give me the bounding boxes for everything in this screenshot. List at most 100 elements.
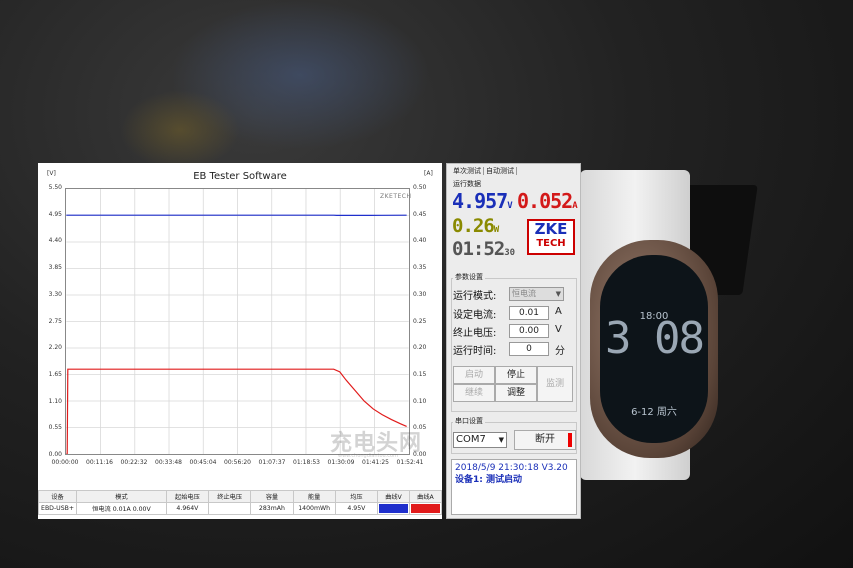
cell-device: EBD-USB+ (37, 502, 78, 515)
right-tick-label: 0.25 (413, 317, 427, 325)
swatch-v (379, 504, 408, 513)
adjust-button[interactable]: 调整 (495, 384, 537, 402)
right-tick-label: 0.45 (413, 210, 427, 218)
logo-top-text: ZKE (534, 220, 568, 238)
left-tick-label: 1.65 (48, 370, 62, 378)
right-tick-label: 0.20 (413, 344, 427, 352)
cell-curve-a-swatch[interactable] (408, 502, 443, 515)
left-tick-label: 4.95 (48, 210, 62, 218)
disconnect-button[interactable]: 断开 (514, 430, 576, 450)
set-current-unit: A (555, 306, 562, 317)
hdr-curve-v: 曲线V (377, 490, 410, 503)
hdr-end-voltage: 终止电压 (208, 490, 252, 503)
hdr-start-voltage: 起始电压 (165, 490, 210, 503)
zketech-logo: ZKE TECH (527, 219, 575, 255)
left-tick-label: 2.20 (48, 344, 62, 352)
hdr-mode: 模式 (76, 490, 167, 503)
hdr-energy: 能量 (292, 490, 336, 503)
com-port-select[interactable]: COM7 ▼ (453, 432, 507, 448)
tab-bar: 单次测试 自动测试 (451, 166, 517, 176)
chevron-down-icon: ▼ (498, 436, 504, 444)
logo-bottom-text: TECH (536, 238, 566, 249)
right-tick-label: 0.15 (413, 370, 427, 378)
cell-curve-v-swatch[interactable] (377, 502, 410, 515)
tab-auto-test[interactable]: 自动测试 (484, 167, 517, 175)
right-tick-label: 0.10 (413, 397, 427, 405)
right-tick-label: 0.50 (413, 184, 427, 191)
param-group-label: 参数设置 (453, 272, 485, 282)
start-button[interactable]: 启动 (453, 366, 495, 384)
cell-mode: 恒电流 0.01A 0.00V (76, 502, 167, 515)
log-box: 2018/5/9 21:30:18 V3.20 设备1: 测试启动 (451, 459, 577, 515)
set-current-input[interactable]: 0.01 (509, 306, 549, 320)
background-blur-yellow (120, 90, 240, 170)
left-tick-label: 3.30 (48, 290, 62, 298)
run-time-label: 运行时间: (453, 346, 497, 357)
power-value: 0.26 (452, 215, 495, 237)
power-readout: 0.26W (452, 215, 499, 237)
connection-status-indicator (568, 433, 572, 447)
current-value: 0.052 (517, 189, 573, 213)
summary-data-row[interactable]: EBD-USB+ 恒电流 0.01A 0.00V 4.964V 283mAh 1… (37, 502, 443, 515)
mode-select-value: 恒电流 (512, 289, 536, 298)
left-tick-label: 5.50 (48, 184, 62, 191)
run-time-input[interactable]: 0 (509, 342, 549, 356)
left-tick-label: 4.40 (48, 237, 62, 245)
left-tick-label: 3.85 (48, 264, 62, 272)
end-voltage-label: 终止电压: (453, 328, 497, 339)
serial-group-label: 串口设置 (453, 416, 485, 426)
chart-title: EB Tester Software (193, 171, 287, 182)
mode-label: 运行模式: (453, 291, 497, 302)
hdr-curve-a: 曲线A (408, 490, 443, 503)
hdr-device: 设备 (37, 490, 78, 503)
tab-single-test[interactable]: 单次测试 (451, 167, 484, 175)
time-value: 01:52 (452, 238, 505, 260)
continue-button[interactable]: 继续 (453, 384, 495, 402)
set-current-label: 设定电流: (453, 310, 497, 321)
power-unit: W (493, 225, 500, 235)
hdr-capacity: 容量 (250, 490, 294, 503)
right-axis-unit: [A] (424, 170, 433, 177)
cell-end-voltage (208, 502, 252, 515)
cell-capacity: 283mAh (250, 502, 294, 515)
left-tick-label: 1.10 (48, 397, 62, 405)
voltage-value: 4.957 (452, 189, 508, 213)
x-tick-label: 01:52:41 (396, 459, 424, 466)
run-time-unit: 分 (555, 346, 565, 357)
disconnect-label: 断开 (535, 434, 555, 445)
left-tick-label: 0.55 (48, 424, 62, 432)
com-port-value: COM7 (456, 434, 486, 445)
control-panel: 单次测试 自动测试 运行数据 4.957V 0.052A 0.26W 01:523… (446, 163, 581, 519)
right-tick-label: 0.30 (413, 290, 427, 298)
time-readout: 01:5230 (452, 238, 515, 260)
left-tick-label: 0.00 (48, 451, 62, 458)
hdr-avg-voltage: 均压 (334, 490, 379, 503)
current-unit: A (572, 201, 578, 211)
cell-start-voltage: 4.964V (165, 502, 210, 515)
right-tick-label: 0.35 (413, 264, 427, 272)
watch-date: 6-12 周六 (631, 407, 677, 418)
current-readout: 0.052A (517, 189, 578, 213)
monitor-button[interactable]: 监测 (537, 366, 573, 402)
watch-face: 18:00 3 08 6-12 周六 (600, 255, 708, 443)
voltage-readout: 4.957V (452, 189, 513, 213)
voltage-unit: V (507, 201, 513, 211)
summary-header-row: 设备 模式 起始电压 终止电压 容量 能量 均压 曲线V 曲线A (37, 490, 443, 503)
log-line-2: 设备1: 测试启动 (455, 475, 522, 485)
plot-area (65, 188, 410, 455)
time-seconds: 30 (504, 248, 516, 258)
run-data-label: 运行数据 (453, 180, 481, 188)
end-voltage-input[interactable]: 0.00 (509, 324, 549, 338)
cell-avg-voltage: 4.95V (334, 502, 379, 515)
swatch-a (410, 504, 440, 513)
left-tick-label: 2.75 (48, 317, 62, 325)
stop-button[interactable]: 停止 (495, 366, 537, 384)
left-axis-unit: [V] (47, 170, 56, 177)
end-voltage-unit: V (555, 324, 562, 335)
right-tick-label: 0.40 (413, 237, 427, 245)
summary-table: 设备 模式 起始电压 终止电压 容量 能量 均压 曲线V 曲线A EBD-USB… (37, 490, 443, 515)
watch-time: 3 08 (605, 313, 705, 364)
chart-window: EB Tester Software [V] [A] ZKETECH 5.50 4… (37, 163, 443, 519)
log-line-1: 2018/5/9 21:30:18 V3.20 (455, 463, 568, 473)
mode-select[interactable]: 恒电流 ▼ (509, 287, 564, 301)
